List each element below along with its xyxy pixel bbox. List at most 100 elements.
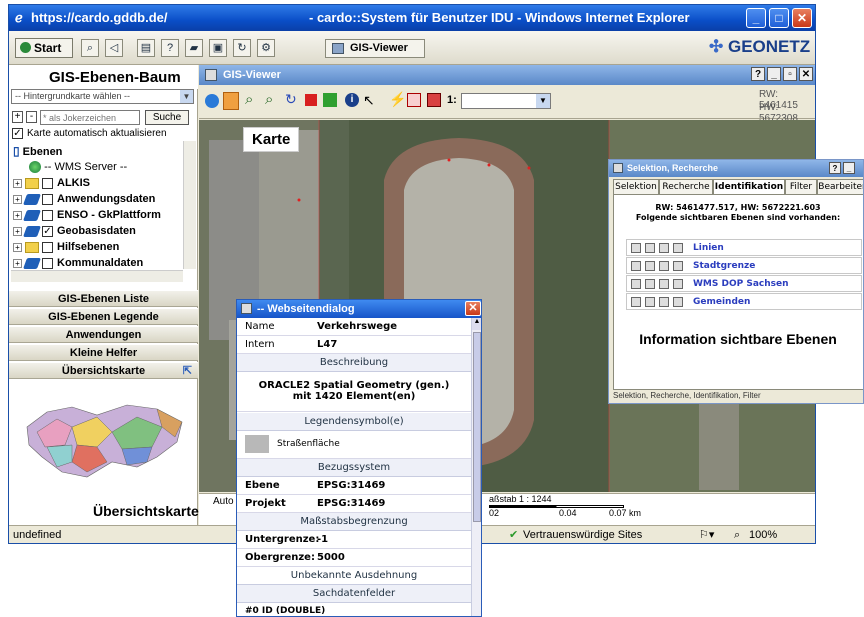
selection-help-button[interactable]: ?	[829, 162, 841, 174]
tree-item-hilfsebenen[interactable]: + Hilfsebenen	[13, 239, 119, 255]
settings-icon[interactable]: ⚙	[257, 39, 275, 57]
selection-minimize-button[interactable]: _	[843, 162, 855, 174]
measure-icon[interactable]: ⚡	[389, 91, 406, 108]
viewer-help-button[interactable]: ?	[751, 67, 765, 81]
maximize-button[interactable]: □	[769, 8, 789, 28]
folder-open-icon[interactable]: ▰	[185, 39, 203, 57]
tree-item-wms[interactable]: -- WMS Server --	[29, 159, 127, 175]
chevron-down-icon: ▼	[180, 90, 193, 103]
table-icon[interactable]	[645, 243, 655, 253]
dialog-scrollbar[interactable]: ▲	[471, 318, 481, 616]
export-icon[interactable]	[427, 93, 441, 107]
refresh-map-icon[interactable]	[323, 93, 337, 107]
layer-row-wms-dop[interactable]: WMS DOP Sachsen	[626, 275, 862, 292]
protected-mode-icon[interactable]: ⚐▾	[699, 526, 714, 543]
help-icon[interactable]: ?	[161, 39, 179, 57]
table-icon[interactable]	[645, 279, 655, 289]
layer-name[interactable]: Linien	[693, 240, 724, 256]
layer-name[interactable]: Gemeinden	[693, 294, 750, 310]
auto-update-checkbox[interactable]: ✓	[12, 128, 23, 139]
gis-viewer-tab[interactable]: GIS-Viewer	[325, 39, 425, 58]
select-icon[interactable]	[659, 243, 669, 253]
stop-icon[interactable]	[305, 94, 317, 106]
gis-viewer-tab-label: GIS-Viewer	[350, 42, 408, 54]
select-icon[interactable]	[659, 261, 669, 271]
print-icon[interactable]: ▤	[137, 39, 155, 57]
tree-item-alkis[interactable]: + ALKIS	[13, 175, 90, 191]
home-icon[interactable]	[205, 94, 219, 108]
binoculars-icon[interactable]	[631, 243, 641, 253]
dialog-scroll-thumb[interactable]	[473, 332, 481, 522]
tree-item-geobasisdaten[interactable]: + ✓ Geobasisdaten	[13, 223, 136, 239]
tree-item-kommunaldaten[interactable]: + Kommunaldaten	[13, 255, 143, 271]
expand-all-button[interactable]: +	[12, 111, 23, 123]
minimize-button[interactable]: _	[746, 8, 766, 28]
search-button[interactable]: Suche	[145, 110, 189, 125]
settings-icon[interactable]	[673, 261, 683, 271]
table-icon[interactable]	[645, 297, 655, 307]
search-icon[interactable]: ⌕	[81, 39, 99, 57]
start-button[interactable]: Start	[15, 38, 73, 58]
binoculars-icon[interactable]	[631, 297, 641, 307]
settings-icon[interactable]	[673, 279, 683, 289]
accordion-ebenen-liste[interactable]: GIS-Ebenen Liste	[9, 290, 198, 307]
tab-selektion[interactable]: Selektion	[613, 179, 659, 194]
accordion-anwendungen[interactable]: Anwendungen	[9, 326, 198, 343]
settings-icon[interactable]	[673, 243, 683, 253]
report-icon[interactable]	[407, 93, 421, 107]
viewer-minimize-button[interactable]: _	[767, 67, 781, 81]
tab-recherche[interactable]: Recherche	[659, 179, 713, 194]
layer-checkbox[interactable]: ✓	[42, 225, 53, 237]
tree-root[interactable]: ▯ Ebenen	[13, 143, 62, 159]
layer-search-input[interactable]	[40, 110, 140, 125]
overview-map[interactable]	[17, 387, 192, 487]
tree-scrollbar[interactable]	[183, 141, 196, 269]
layer-checkbox[interactable]	[42, 193, 53, 205]
layer-checkbox[interactable]	[42, 177, 53, 189]
zoom-out-icon[interactable]: ⌕	[265, 91, 273, 108]
zoom-in-icon[interactable]: ⌕	[245, 91, 253, 108]
tab-bearbeiten[interactable]: Bearbeiten	[817, 179, 863, 194]
overview-label: Übersichtskarte	[93, 503, 199, 519]
scale-select[interactable]: ▼	[461, 93, 551, 109]
viewer-close-button[interactable]: ✕	[799, 67, 813, 81]
auto-update-row[interactable]: ✓ Karte automatisch aktualisieren	[12, 128, 167, 140]
layer-row-stadtgrenze[interactable]: Stadtgrenze	[626, 257, 862, 274]
viewer-maximize-button[interactable]: ▫	[783, 67, 797, 81]
binoculars-icon[interactable]	[631, 279, 641, 289]
close-button[interactable]: ✕	[792, 8, 812, 28]
layer-row-gemeinden[interactable]: Gemeinden	[626, 293, 862, 310]
info-icon[interactable]: i	[345, 93, 359, 107]
unbekannte-ausdehnung: Unbekannte Ausdehnung	[237, 567, 471, 585]
tree-item-anwendungsdaten[interactable]: + Anwendungsdaten	[13, 191, 155, 207]
layer-name[interactable]: Stadtgrenze	[693, 258, 755, 274]
accordion-uebersichtskarte[interactable]: Übersichtskarte ⇱	[9, 362, 198, 379]
collapse-all-button[interactable]: -	[26, 111, 37, 123]
zoom-level[interactable]: 100%	[749, 526, 777, 543]
binoculars-icon[interactable]	[631, 261, 641, 271]
back-icon[interactable]: ◁	[105, 39, 123, 57]
accordion-ebenen-legende[interactable]: GIS-Ebenen Legende	[9, 308, 198, 325]
select-icon[interactable]: ↖	[363, 92, 375, 109]
tab-filter[interactable]: Filter	[785, 179, 817, 194]
background-map-select[interactable]: -- Hintergrundkarte wählen -- ▼	[11, 89, 194, 104]
scroll-up-icon[interactable]: ▲	[472, 318, 481, 330]
layer-name[interactable]: WMS DOP Sachsen	[693, 276, 789, 292]
tree-item-enso[interactable]: + ENSO - GkPlattform	[13, 207, 161, 223]
layer-checkbox[interactable]	[42, 241, 53, 253]
save-icon[interactable]: ▣	[209, 39, 227, 57]
refresh-icon[interactable]: ↻	[233, 39, 251, 57]
table-icon[interactable]	[645, 261, 655, 271]
dialog-close-button[interactable]: ✕	[465, 301, 481, 316]
select-icon[interactable]	[659, 279, 669, 289]
tab-identifikation[interactable]: Identifikation	[713, 179, 785, 194]
layer-row-linien[interactable]: Linien	[626, 239, 862, 256]
rotate-icon[interactable]: ↻	[285, 91, 297, 108]
pan-hand-icon[interactable]	[223, 92, 239, 110]
layer-checkbox[interactable]	[42, 257, 53, 269]
settings-icon[interactable]	[673, 297, 683, 307]
accordion-kleine-helfer[interactable]: Kleine Helfer	[9, 344, 198, 361]
select-icon[interactable]	[659, 297, 669, 307]
layer-checkbox[interactable]	[42, 209, 53, 221]
tree-hscrollbar[interactable]	[11, 270, 183, 282]
